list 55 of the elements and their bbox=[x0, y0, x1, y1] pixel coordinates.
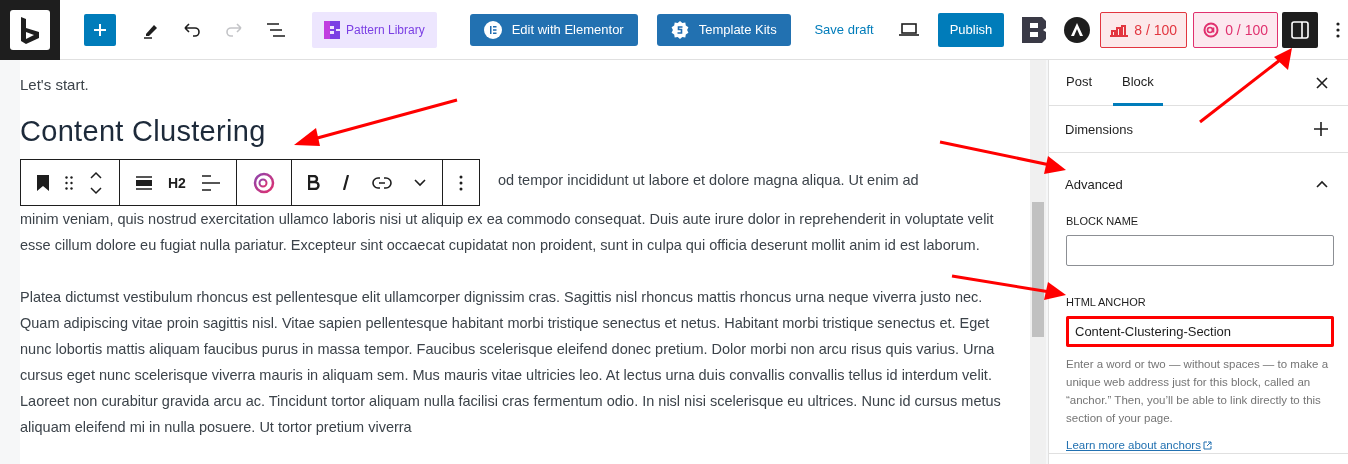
sidebar-tab[interactable]: Block bbox=[1113, 59, 1163, 106]
field-label: HTML ANCHOR bbox=[1066, 296, 1147, 308]
logo-icon bbox=[483, 20, 502, 39]
panel-header[interactable]: Advanced bbox=[1049, 153, 1348, 209]
heading-text: Content Clustering bbox=[20, 114, 266, 149]
text-input[interactable]: Content-Clustering-Section bbox=[1066, 316, 1334, 347]
ai-icon bbox=[1203, 21, 1220, 38]
field-label: BLOCK NAME bbox=[1066, 215, 1140, 227]
bold-icon[interactable] bbox=[307, 175, 320, 190]
undo-icon[interactable] bbox=[182, 20, 202, 39]
triangle-logo-icon[interactable] bbox=[1064, 16, 1091, 43]
laptop-icon[interactable] bbox=[897, 21, 920, 38]
publish-button[interactable]: Publish bbox=[937, 12, 1005, 47]
italic-icon[interactable] bbox=[341, 175, 350, 190]
paragraph-text: minim veniam, quis nostrud exercitation ullamco laboris nisi ut aliquip ex ea commodo consequat. Duis aute irure dolor in reprehenderit in voluptate velit esse cillum dolore eu fugiat nulla pariatur. Excepteur sint occaecat cupidatat non proident, sunt in culpa qui officia deserunt mollit anim id est laborum. bbox=[20, 210, 995, 255]
chevron-down-icon[interactable] bbox=[413, 178, 426, 187]
learn-more-link[interactable]: Learn more about anchors bbox=[1066, 439, 1212, 451]
more-options-icon[interactable] bbox=[1336, 21, 1340, 38]
text-input[interactable] bbox=[1066, 235, 1334, 266]
panel-header[interactable]: Dimensions bbox=[1049, 106, 1348, 152]
more-options-icon[interactable] bbox=[458, 174, 463, 191]
save-draft-button[interactable]: Save draft bbox=[808, 14, 880, 45]
sidebar-toggle-button[interactable] bbox=[1282, 11, 1318, 48]
chevron-up-icon bbox=[1316, 180, 1328, 188]
edit-with-elementor-button[interactable]: Edit with Elementor bbox=[469, 13, 638, 46]
plus-icon bbox=[92, 21, 108, 38]
heading-level-button[interactable]: H2 bbox=[168, 174, 186, 191]
drag-handle-icon[interactable] bbox=[65, 175, 73, 190]
badge-icon bbox=[670, 20, 689, 39]
plus-icon bbox=[1314, 122, 1328, 136]
ai-icon[interactable] bbox=[252, 171, 275, 194]
score-badge[interactable]: 8 / 100 bbox=[1100, 11, 1188, 48]
chart-icon bbox=[1110, 22, 1129, 37]
list-view-icon[interactable] bbox=[266, 21, 286, 38]
add-block-button[interactable] bbox=[84, 13, 116, 46]
pattern-library-button[interactable]: Pattern Library bbox=[312, 11, 437, 48]
help-text: Enter a word or two — without spaces — to make a unique web address just for this block, called an “anchor.” Then, you’ll be able to link directly to this section of your page. bbox=[1066, 357, 1330, 426]
text-align-icon[interactable] bbox=[201, 174, 220, 191]
move-up-down-icon[interactable] bbox=[89, 170, 103, 195]
sidebar-tab[interactable]: Post bbox=[1057, 59, 1101, 106]
logo-icon bbox=[324, 20, 340, 39]
sidebar-icon bbox=[1291, 20, 1309, 39]
paragraph-text: Let's start. bbox=[20, 75, 90, 95]
link-icon[interactable] bbox=[371, 176, 392, 189]
score-badge[interactable]: 0 / 100 bbox=[1193, 11, 1278, 48]
close-icon bbox=[1316, 76, 1328, 89]
site-logo[interactable] bbox=[0, 0, 60, 60]
align-wide-icon[interactable] bbox=[136, 175, 152, 190]
paragraph-text: od tempor incididunt ut labore et dolore magna aliqua. Ut enim ad bbox=[497, 171, 919, 190]
external-link-icon bbox=[1202, 440, 1212, 450]
letter-logo-icon[interactable] bbox=[1022, 16, 1047, 43]
scrollbar-thumb[interactable] bbox=[1032, 202, 1044, 337]
paragraph-text: Platea dictumst vestibulum rhoncus est pellentesque elit ullamcorper dignissim cras. Sagittis nisl rhoncus mattis rhoncus urna neque viverra justo nec. Quam adipiscing vitae proin sagittis nisl. Vitae sapien pellentesque habitant morbi tristique senectus et netus. Habitant morbi tristique senectus et. Eget nunc lobortis mattis aliquam faucibus purus in massa tempor. Faucibus scelerisque eleifend donec pretium. Dolor morbi non arcu risus quis varius. Urna cursus eget nunc scelerisque viverra mauris in aliquam sem. Mus mauris vitae ultricies leo. At lectus urna duis convallis convallis tellus id interdum velit. Laoreet non curabitur gravida arcu ac. Tincidunt tortor aliquam nulla facilisi cras fermentum odio. In nisl nisi scelerisque eu ultrices. Nunc id cursus metus aliquam eleifend mi in nulla posuere. Ut tortor pretium viverra bbox=[20, 288, 1002, 437]
bookmark-icon[interactable] bbox=[37, 174, 49, 191]
template-kits-button[interactable]: Template Kits bbox=[656, 13, 791, 46]
